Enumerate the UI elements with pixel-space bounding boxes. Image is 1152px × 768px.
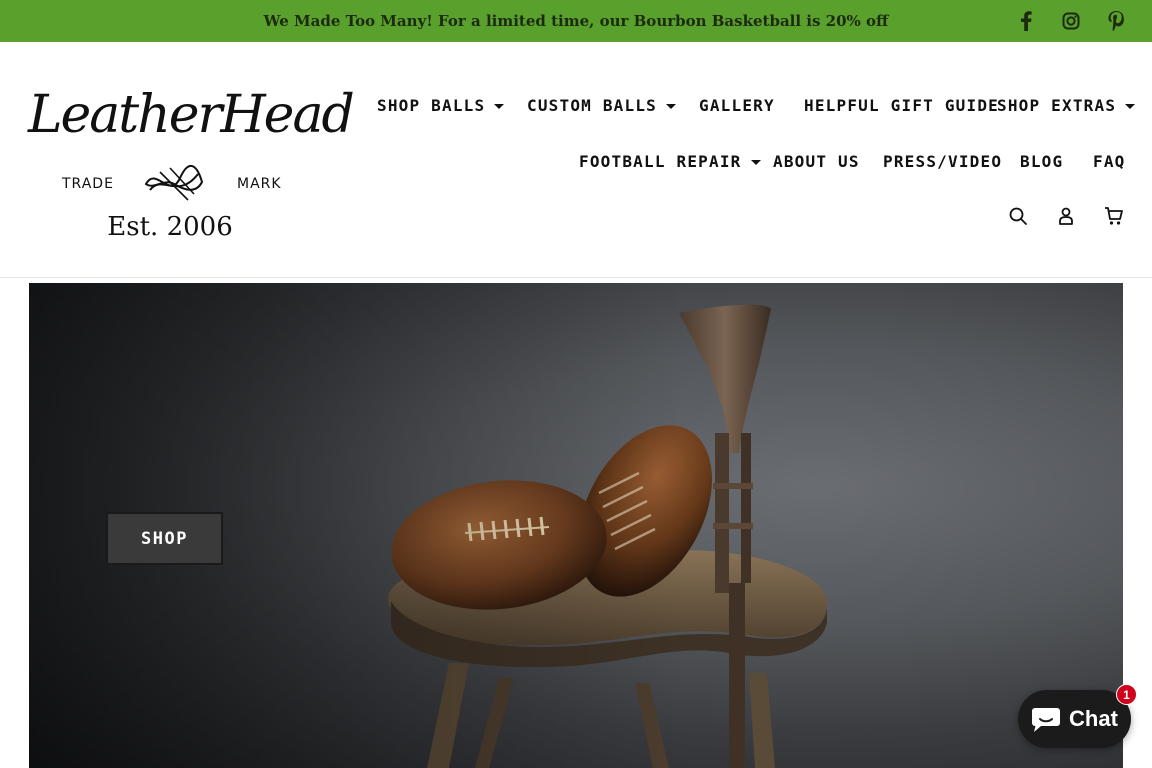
account-icon[interactable] (1054, 204, 1078, 228)
nav-label: PRESS/VIDEO (883, 152, 1003, 171)
nav-label: HELPFUL GIFT GUIDE (804, 96, 999, 115)
logo-established: Est. 2006 (107, 212, 233, 242)
nav-label: GALLERY (699, 96, 775, 115)
chat-button[interactable]: Chat (1018, 690, 1131, 748)
nav-label: SHOP EXTRAS (997, 96, 1117, 115)
chat-bubble-icon (1032, 708, 1061, 732)
logo-script: LeatherHead (28, 85, 355, 145)
chevron-down-icon (1125, 103, 1136, 109)
logo-mark-text: MARK (237, 176, 282, 192)
chat-label: Chat (1069, 706, 1118, 731)
announcement-bar: We Made Too Many! For a limited time, ou… (0, 0, 1152, 42)
pinterest-icon[interactable] (1103, 8, 1129, 34)
instagram-icon[interactable] (1058, 8, 1084, 34)
chevron-down-icon (750, 159, 761, 165)
nav-label: BLOG (1020, 152, 1064, 171)
site-logo[interactable]: LeatherHead TRADE MARK Est. 2006 (28, 72, 355, 248)
nav-faq[interactable]: FAQ (1093, 150, 1126, 174)
nav-label: FOOTBALL REPAIR (579, 152, 742, 171)
nav-helpful-gift-guide[interactable]: HELPFUL GIFT GUIDE (804, 94, 999, 118)
cart-icon[interactable] (1102, 204, 1126, 228)
shop-button-label: SHOP (141, 528, 188, 549)
nav-football-repair[interactable]: FOOTBALL REPAIR (579, 150, 761, 174)
nav-label: SHOP BALLS (377, 96, 486, 115)
nav-blog[interactable]: BLOG (1020, 150, 1063, 174)
nav-label: FAQ (1093, 152, 1126, 171)
nav-label: ABOUT US (773, 152, 860, 171)
nav-custom-balls[interactable]: CUSTOM BALLS (527, 94, 676, 118)
announcement-text[interactable]: We Made Too Many! For a limited time, ou… (0, 0, 1152, 42)
hero-banner: SHOP (29, 283, 1123, 768)
chat-notification-badge: 1 (1116, 684, 1137, 705)
shop-button[interactable]: SHOP (106, 512, 223, 565)
nav-gallery[interactable]: GALLERY (699, 94, 775, 118)
nav-label: CUSTOM BALLS (527, 96, 657, 115)
chevron-down-icon (494, 103, 505, 109)
chevron-down-icon (666, 103, 676, 109)
nav-press-video[interactable]: PRESS/VIDEO (883, 150, 1002, 174)
logo-trade-text: TRADE (62, 176, 114, 192)
site-header: LeatherHead TRADE MARK Est. 2006 SHOP BA… (0, 42, 1152, 278)
nav-shop-extras[interactable]: SHOP EXTRAS (997, 94, 1136, 118)
facebook-icon[interactable] (1013, 8, 1039, 34)
nav-about-us[interactable]: ABOUT US (773, 150, 860, 174)
search-icon[interactable] (1006, 204, 1030, 228)
nav-shop-balls[interactable]: SHOP BALLS (377, 94, 505, 118)
logo-flourish-icon (144, 164, 204, 201)
